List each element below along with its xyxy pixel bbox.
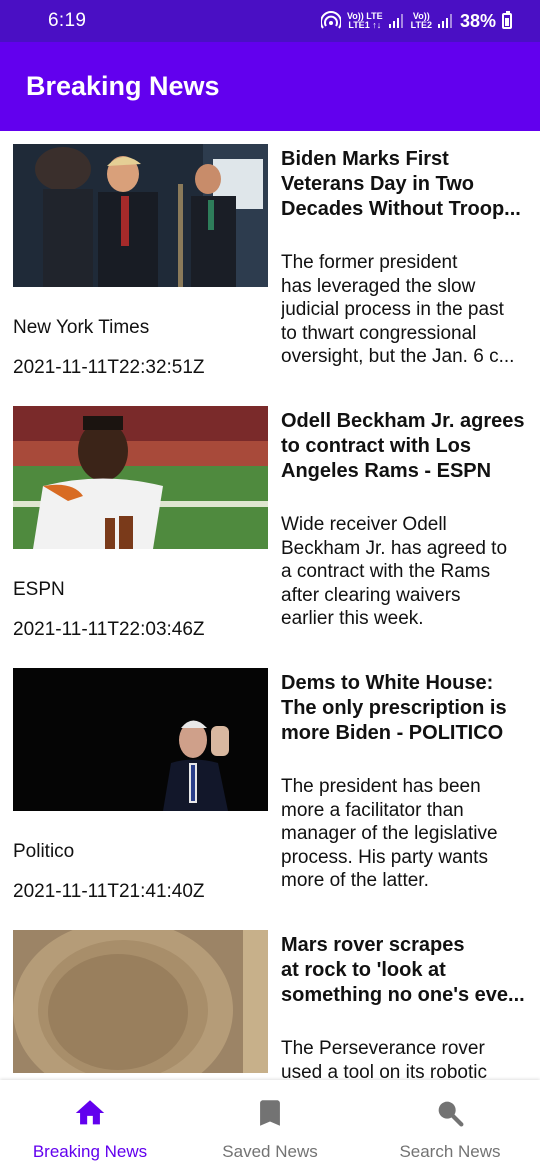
app-title: Breaking News [26,71,220,101]
article-description: The president has been more a facilitato… [281,776,498,891]
article-image [13,668,268,811]
nav-breaking-news[interactable]: Breaking News [0,1080,180,1170]
nav-label: Search News [399,1142,501,1161]
news-article[interactable]: New York Times 2021-11-11T22:32:51Z Bide… [0,131,540,393]
article-source: Politico [13,841,75,862]
news-article[interactable]: ESPN 2021-11-11T22:03:46Z Odell Beckham … [0,393,540,655]
news-article[interactable]: Mars rover scrapes at rock to 'look at s… [0,917,540,1080]
article-source: ESPN [13,579,65,600]
news-article[interactable]: Politico 2021-11-11T21:41:40Z Dems to Wh… [0,655,540,917]
article-title: Dems to White House: The only prescripti… [281,672,507,744]
status-time: 6:19 [48,10,87,31]
sim1-indicator: Vo)) LTE LTE1 ↑↓ [346,11,383,30]
article-description: Wide receiver Odell Beckham Jr. has agre… [281,514,508,629]
hotspot-icon [320,11,341,29]
article-source: New York Times [13,317,150,338]
status-bar: 6:19 Vo)) LTE LTE1 ↑↓ Vo)) LTE2 38% [0,0,540,42]
battery-percent: 38% [459,10,496,31]
article-image [13,144,268,287]
bottom-navigation: Breaking News Saved News Search News [0,1080,540,1170]
nav-label: Saved News [222,1142,318,1161]
signal-icon [388,14,403,28]
nav-label: Breaking News [32,1142,148,1161]
article-image [13,406,268,549]
article-title: Biden Marks First Veterans Day in Two De… [281,148,521,220]
signal-icon [437,14,452,28]
search-icon [438,1101,464,1127]
sim2-indicator: Vo)) LTE2 [410,11,432,30]
nav-search-news[interactable]: Search News [360,1080,540,1170]
article-date: 2021-11-11T22:03:46Z [13,619,205,640]
nav-saved-news[interactable]: Saved News [180,1080,360,1170]
battery-icon [502,11,512,29]
app-bar: Breaking News [0,42,540,131]
article-image [13,930,268,1073]
article-title: Mars rover scrapes at rock to 'look at s… [281,934,525,1006]
status-icons: Vo)) LTE LTE1 ↑↓ Vo)) LTE2 38% [320,10,512,32]
article-title: Odell Beckham Jr. agrees to contract wit… [281,410,525,482]
article-date: 2021-11-11T21:41:40Z [13,881,205,902]
article-description: The Perseverance rover used a tool on it… [281,1038,487,1080]
article-description: The former president has leveraged the s… [281,252,515,367]
article-date: 2021-11-11T22:32:51Z [13,357,205,378]
home-icon [75,1100,105,1125]
news-list[interactable]: New York Times 2021-11-11T22:32:51Z Bide… [0,131,540,1080]
bookmark-icon [260,1100,280,1126]
